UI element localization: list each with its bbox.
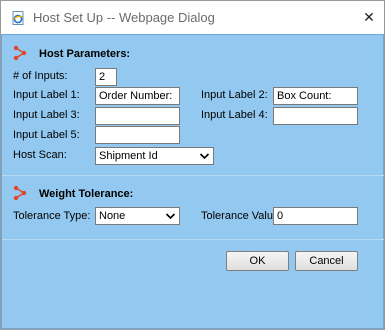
input-label-1-label: Input Label 1: [13,89,80,101]
input-label-2-label: Input Label 2: [201,89,268,101]
section-divider [2,175,385,176]
ok-button[interactable]: OK [226,251,289,271]
tolerance-type-select[interactable]: None [95,207,180,225]
num-inputs-label: # of Inputs: [13,70,68,82]
title-bar: Host Set Up -- Webpage Dialog ✕ [0,0,385,34]
input-label-5-label: Input Label 5: [13,129,80,141]
host-scan-select[interactable]: Shipment Id [95,147,214,165]
input-label-3-label: Input Label 3: [13,109,80,121]
chevron-down-icon [165,213,176,220]
chevron-down-icon [199,153,210,160]
input-label-1-field[interactable]: Order Number: [95,87,180,105]
close-button[interactable]: ✕ [354,1,384,33]
input-label-4-label: Input Label 4: [201,109,268,121]
tolerance-type-value: None [99,210,126,222]
window-title: Host Set Up -- Webpage Dialog [33,10,215,25]
connector-nodes-icon [13,45,27,61]
host-scan-label: Host Scan: [13,149,67,161]
section-divider [2,239,385,240]
connector-nodes-icon [13,185,27,201]
input-label-2-field[interactable]: Box Count: [273,87,358,105]
num-inputs-field[interactable]: 2 [95,68,117,86]
input-label-5-field[interactable] [95,126,180,144]
host-scan-value: Shipment Id [99,150,158,162]
tolerance-type-label: Tolerance Type: [13,210,91,222]
tolerance-value-field[interactable]: 0 [273,207,358,225]
dialog-body: Host Parameters: # of Inputs: 2 Input La… [1,34,385,329]
tolerance-value-label: Tolerance Value: [201,210,283,222]
cancel-button[interactable]: Cancel [295,251,358,271]
weight-tolerance-heading: Weight Tolerance: [39,188,134,200]
input-label-4-field[interactable] [273,107,358,125]
close-icon: ✕ [363,8,375,25]
host-parameters-heading: Host Parameters: [39,48,131,60]
input-label-3-field[interactable] [95,107,180,125]
ie-document-icon [12,11,24,25]
